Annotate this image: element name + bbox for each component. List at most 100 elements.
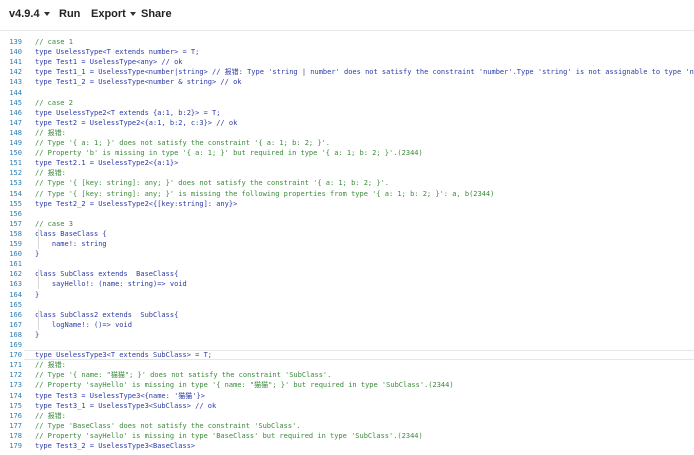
code-text: // Type '{ name: "猫猫"; }' does not satis… <box>35 371 332 380</box>
code-text: // Property 'sayHello' is missing in typ… <box>35 431 423 440</box>
code-line[interactable]: 171 // 报错: <box>0 360 694 370</box>
line-number: 157 <box>9 219 22 228</box>
code-line[interactable]: 147 type Test2 = UselessType2<{a:1, b:2, … <box>0 118 694 128</box>
code-line[interactable]: 158 class BaseClass { <box>0 229 694 239</box>
line-number: 169 <box>9 341 22 349</box>
code-line[interactable]: 172 // Type '{ name: "猫猫"; }' does not sa… <box>0 370 694 380</box>
code-line[interactable]: 149 // Type '{ a: 1; }' does not satisfy … <box>0 138 694 148</box>
code-line[interactable]: 146 type UselessType2<T extends {a:1, b:2… <box>0 108 694 118</box>
code-line[interactable]: 175 type Test3_1 = UselessType3<SubClass>… <box>0 401 694 411</box>
code-line[interactable]: 148 // 报错: <box>0 128 694 138</box>
line-number: 163 <box>9 280 22 289</box>
code-line[interactable]: 176 // 报错: <box>0 411 694 421</box>
line-number: 164 <box>9 290 22 299</box>
code-line[interactable]: 163 sayHello!: (name: string)=> void <box>0 279 694 289</box>
code-line[interactable]: 162 class SubClass extends BaseClass{ <box>0 269 694 279</box>
line-number: 151 <box>9 159 22 168</box>
line-number: 170 <box>9 351 22 360</box>
code-text: type UselessType2<T extends {a:1, b:2}> … <box>35 108 221 117</box>
code-text: } <box>35 290 40 299</box>
code-line[interactable]: 165 <box>0 300 694 310</box>
code-text: // case 3 <box>35 219 73 228</box>
code-text: // Type '{ a: 1; }' does not satisfy the… <box>35 139 331 147</box>
code-line[interactable]: 157 // case 3 <box>0 219 694 229</box>
line-number: 148 <box>9 128 22 137</box>
chevron-down-icon <box>43 12 50 17</box>
code-line[interactable]: 156 <box>0 209 694 219</box>
code-line[interactable]: 145 // case 2 <box>0 98 694 108</box>
code-text: type Test1 = UselessType<any> // ok <box>35 58 183 67</box>
code-line[interactable]: 152 // 报错: <box>0 168 694 178</box>
code-line[interactable]: 168} <box>0 330 694 340</box>
export-dropdown[interactable]: Export <box>91 8 136 20</box>
chevron-down-icon <box>129 12 136 17</box>
code-text: type Test2.1 = UselessType2<{a:1}> <box>35 159 179 168</box>
code-line[interactable]: 167 logName!: ()=> void <box>0 320 694 330</box>
code-text: // Type '{ [key: string]: any; }' does n… <box>35 179 390 188</box>
line-number: 165 <box>9 300 22 309</box>
line-number: 159 <box>9 240 22 248</box>
line-number: 179 <box>9 442 22 450</box>
code-line[interactable]: 174 type Test3 = UselessType3<{name: '猫猫'… <box>0 391 694 401</box>
code-line[interactable]: 154 // Type '{ [key: string]: any; }' is … <box>0 189 694 199</box>
code-text: type UselessType<T extends number> = T; <box>35 48 200 57</box>
version-label: v4.9.4 <box>9 8 40 20</box>
code-line[interactable]: 170 type UselessType3<T extends SubClass>… <box>0 350 694 360</box>
line-number: 152 <box>9 169 22 178</box>
code-text: // 报错: <box>35 411 66 420</box>
code-line[interactable]: 141 type Test1 = UselessType<any> // ok <box>0 57 694 67</box>
code-line[interactable]: 142 type Test1_1 = UselessType<number|str… <box>0 67 694 77</box>
code-line[interactable]: 151 type Test2.1 = UselessType2<{a:1}> <box>0 158 694 168</box>
code-line[interactable]: 178 // Property 'sayHello' is missing in … <box>0 431 694 441</box>
line-number: 177 <box>9 421 22 430</box>
code-text: logName!: ()=> void <box>35 320 132 329</box>
code-text: sayHello!: (name: string)=> void <box>35 280 187 289</box>
line-number: 166 <box>9 310 22 319</box>
code-line[interactable]: 159 name!: string <box>0 239 694 249</box>
code-text: type Test3 = UselessType3<{name: '猫猫'}> <box>35 391 205 400</box>
code-line[interactable]: 169 <box>0 340 694 350</box>
code-text: // 报错: <box>35 169 66 178</box>
code-line[interactable]: 155 type Test2_2 = UselessType2<{[key:str… <box>0 199 694 209</box>
code-text: // 报错: <box>35 128 66 137</box>
code-line[interactable]: 160} <box>0 249 694 259</box>
line-number: 162 <box>9 270 22 279</box>
version-dropdown[interactable]: v4.9.4 <box>9 8 50 20</box>
code-editor[interactable]: 139 // case 1 140 type UselessType<T extend… <box>0 31 694 455</box>
code-line[interactable]: 166 class SubClass2 extends SubClass{ <box>0 310 694 320</box>
share-button[interactable]: Share <box>141 8 172 20</box>
code-line[interactable]: 177 // Type 'BaseClass' does not satisfy … <box>0 421 694 431</box>
line-number: 141 <box>9 58 22 67</box>
code-text: class SubClass extends BaseClass{ <box>35 270 179 279</box>
code-text: type Test2 = UselessType2<{a:1, b:2, c:3… <box>35 118 238 127</box>
line-number: 160 <box>9 250 22 259</box>
code-line[interactable]: 164} <box>0 290 694 300</box>
line-number: 140 <box>9 48 22 57</box>
toolbar: v4.9.4 Run Export Share <box>0 0 694 31</box>
line-number: 174 <box>9 391 22 400</box>
code-line[interactable]: 140 type UselessType<T extends number> = … <box>0 47 694 57</box>
code-text: type Test3_1 = UselessType3<SubClass> //… <box>35 401 217 410</box>
code-line[interactable]: 144 <box>0 88 694 98</box>
export-label: Export <box>91 8 126 20</box>
run-button[interactable]: Run <box>59 8 80 20</box>
code-text: // Type '{ [key: string]: any; }' is mis… <box>35 189 495 198</box>
line-number: 150 <box>9 149 22 158</box>
code-line[interactable]: 150 // Property 'b' is missing in type '{… <box>0 148 694 158</box>
code-line[interactable]: 179 type Test3_2 = UselessType3<BaseClass… <box>0 441 694 451</box>
code-line[interactable]: 173 // Property 'sayHello' is missing in … <box>0 380 694 390</box>
line-number: 156 <box>9 209 22 218</box>
code-line[interactable]: 153 // Type '{ [key: string]: any; }' doe… <box>0 178 694 188</box>
code-line[interactable]: 143 type Test1_2 = UselessType<number & s… <box>0 77 694 87</box>
code-text: } <box>35 250 40 259</box>
code-line[interactable]: 139 // case 1 <box>0 37 694 47</box>
code-line[interactable]: 161 <box>0 259 694 269</box>
code-text: type Test3_2 = UselessType3<BaseClass> <box>35 442 196 450</box>
code-text: // case 2 <box>35 98 73 107</box>
line-number: 146 <box>9 108 22 117</box>
line-number: 171 <box>9 361 22 370</box>
line-number: 149 <box>9 139 22 147</box>
code-text: // case 1 <box>35 38 73 46</box>
code-text: // Property 'b' is missing in type '{ a:… <box>35 149 423 158</box>
code-text: class BaseClass { <box>35 229 107 238</box>
